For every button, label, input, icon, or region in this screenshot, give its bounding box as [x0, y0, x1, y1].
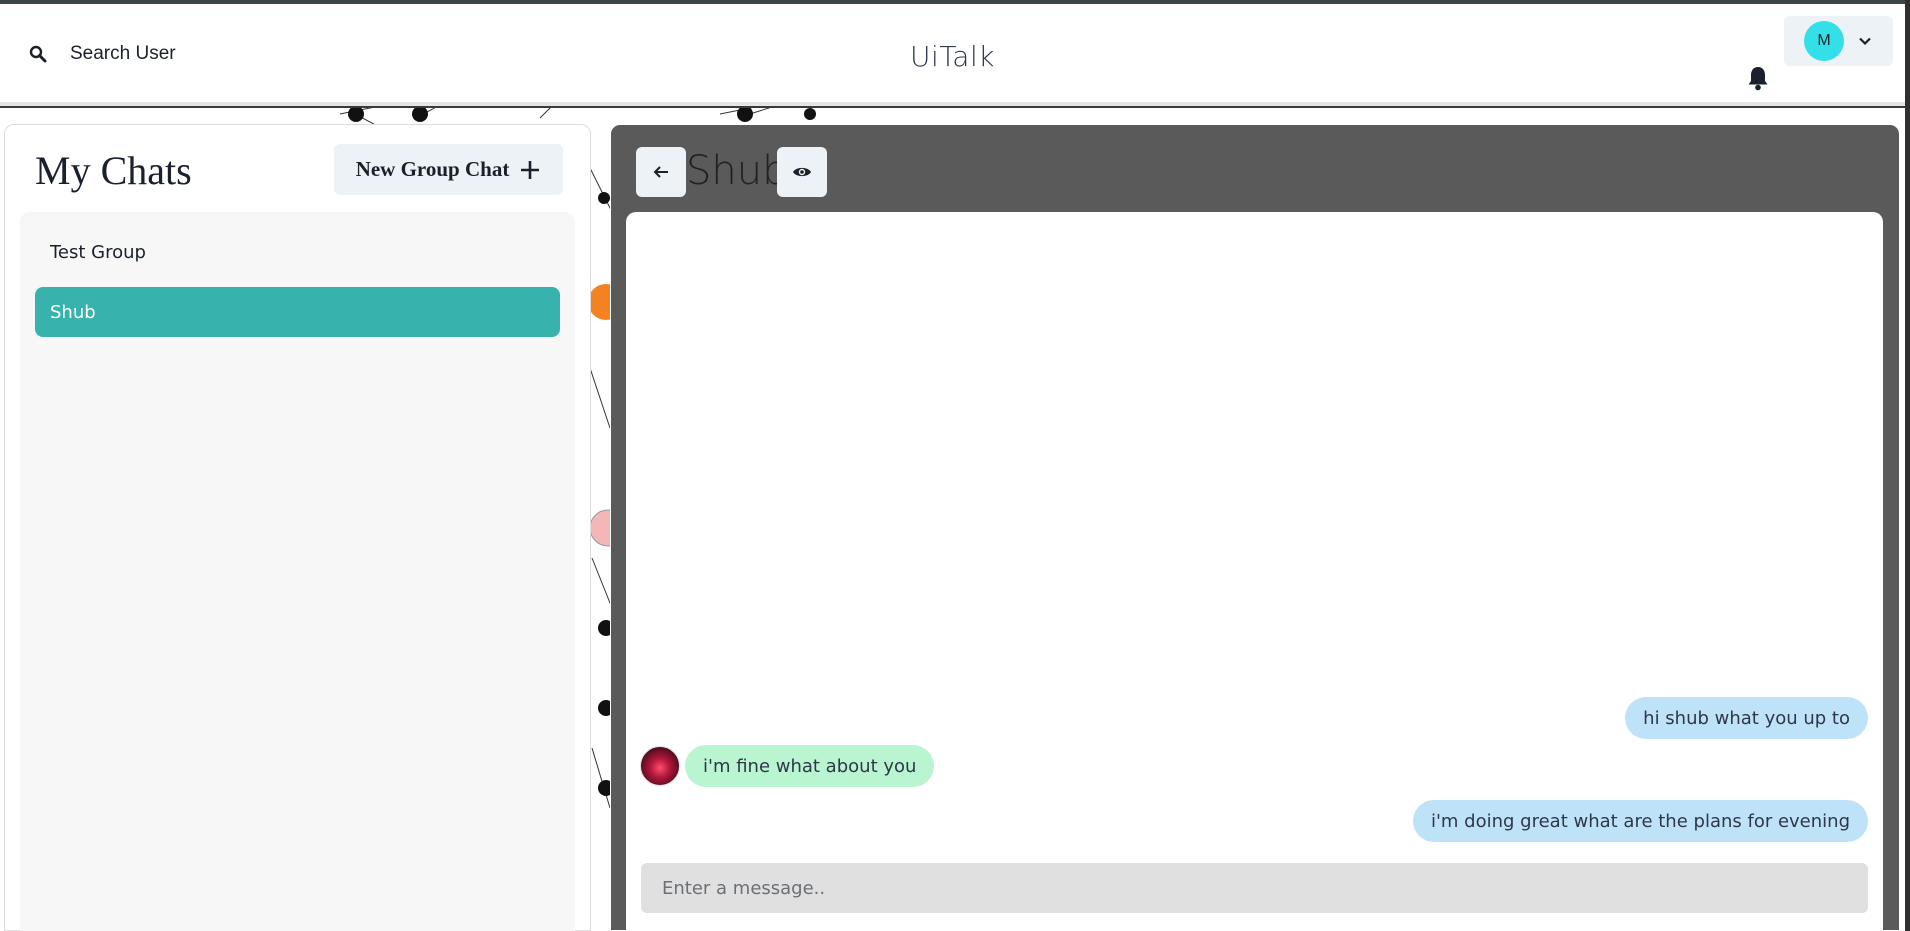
back-button[interactable]	[636, 147, 686, 197]
avatar: M	[1804, 21, 1844, 61]
chevron-down-icon	[1859, 37, 1871, 46]
bell-icon	[1748, 67, 1768, 91]
chat-item-label: Shub	[50, 301, 96, 323]
plus-icon	[521, 160, 540, 179]
messages-area: hi shub what you up to i'm fine what abo…	[626, 212, 1883, 930]
notification-button[interactable]	[1744, 64, 1772, 92]
message-outgoing: hi shub what you up to	[1625, 697, 1868, 739]
message-outgoing: i'm doing great what are the plans for e…	[1412, 800, 1868, 842]
app-title: UiTalk	[910, 40, 995, 73]
sender-avatar[interactable]	[640, 746, 680, 786]
view-profile-button[interactable]	[777, 147, 827, 197]
window-edge	[1905, 0, 1910, 931]
app-header: Search User UiTalk M	[0, 4, 1905, 106]
message-incoming: i'm fine what about you	[685, 745, 935, 787]
chat-list-item-test-group[interactable]: Test Group	[35, 227, 560, 277]
arrow-left-icon	[653, 166, 668, 178]
my-chats-panel: My Chats New Group Chat Test Group Shub	[4, 124, 591, 931]
profile-menu-button[interactable]: M	[1784, 16, 1893, 66]
conversation-panel: Shub hi shub what you up to i'm fine wha…	[610, 124, 1900, 931]
chat-list: Test Group Shub	[20, 212, 575, 931]
new-group-chat-label: New Group Chat	[355, 157, 510, 181]
my-chats-title: My Chats	[35, 148, 192, 193]
conversation-title: Shub	[686, 148, 788, 194]
message-input[interactable]	[641, 863, 1868, 913]
new-group-chat-button[interactable]: New Group Chat	[334, 144, 563, 195]
eye-icon	[793, 167, 811, 177]
chat-item-label: Test Group	[50, 241, 146, 263]
chat-list-item-shub[interactable]: Shub	[35, 287, 560, 337]
